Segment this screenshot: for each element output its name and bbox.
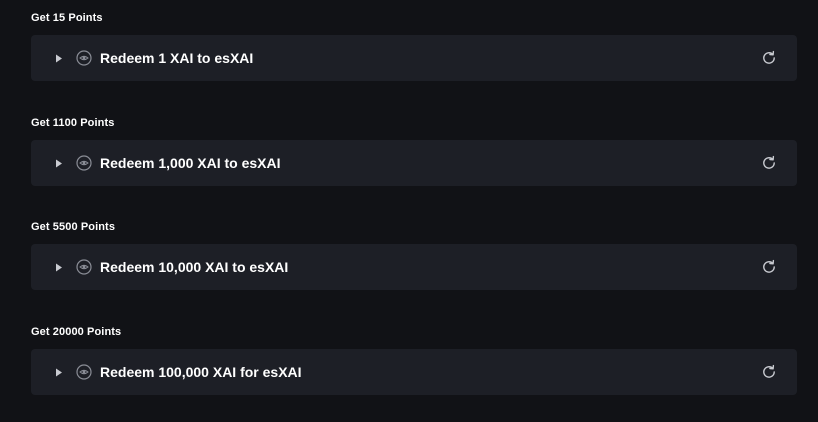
caret-right-icon[interactable] xyxy=(53,261,65,273)
caret-right-icon[interactable] xyxy=(53,157,65,169)
task-label[interactable]: Redeem 1 XAI to esXAI xyxy=(100,35,253,81)
section-heading: Get 1100 Points xyxy=(31,117,115,129)
refresh-icon[interactable] xyxy=(760,363,778,381)
eye-circle-icon xyxy=(76,259,92,275)
task-card[interactable]: Redeem 1 XAI to esXAI xyxy=(31,35,797,81)
caret-right-icon[interactable] xyxy=(53,52,65,64)
caret-right-icon[interactable] xyxy=(53,366,65,378)
points-section: Get 1100 Points Redeem 1,000 XAI to esXA… xyxy=(31,116,797,186)
task-card[interactable]: Redeem 100,000 XAI for esXAI xyxy=(31,349,797,395)
eye-circle-icon xyxy=(76,364,92,380)
points-section: Get 15 Points Redeem 1 XAI to esXAI xyxy=(31,11,797,81)
eye-circle-icon xyxy=(76,155,92,171)
task-label[interactable]: Redeem 10,000 XAI to esXAI xyxy=(100,244,288,290)
refresh-icon[interactable] xyxy=(760,49,778,67)
refresh-icon[interactable] xyxy=(760,154,778,172)
points-section: Get 5500 Points Redeem 10,000 XAI to esX… xyxy=(31,220,797,290)
points-section: Get 20000 Points Redeem 100,000 XAI for … xyxy=(31,325,797,395)
refresh-icon[interactable] xyxy=(760,258,778,276)
section-heading: Get 15 Points xyxy=(31,12,103,24)
eye-circle-icon xyxy=(76,50,92,66)
section-heading: Get 5500 Points xyxy=(31,221,116,233)
task-label[interactable]: Redeem 100,000 XAI for esXAI xyxy=(100,349,302,395)
task-card[interactable]: Redeem 10,000 XAI to esXAI xyxy=(31,244,797,290)
task-card[interactable]: Redeem 1,000 XAI to esXAI xyxy=(31,140,797,186)
task-label[interactable]: Redeem 1,000 XAI to esXAI xyxy=(100,140,281,186)
section-heading: Get 20000 Points xyxy=(31,326,122,338)
